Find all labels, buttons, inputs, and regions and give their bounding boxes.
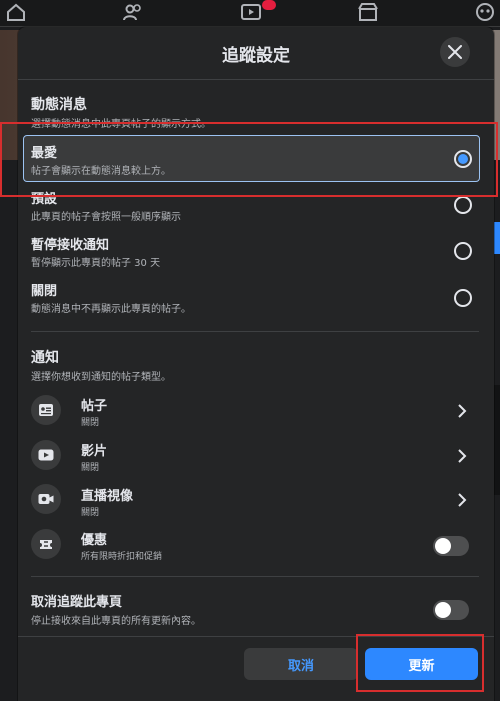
notification-item-label: 優惠 (81, 533, 108, 548)
unfollow-title: 取消追蹤此專頁 (31, 595, 123, 610)
feed-option-description: 此專頁的帖子會按照一般順序顯示 (31, 212, 181, 223)
feed-section-subtitle: 選擇動態消息中此專頁帖子的顯示方式。 (31, 119, 211, 130)
chevron-right-icon[interactable] (456, 448, 468, 464)
post-icon (31, 395, 61, 425)
notification-item-label: 影片 (81, 444, 108, 459)
notification-item-status: 關閉 (81, 418, 100, 428)
notification-item-status: 關閉 (81, 463, 100, 473)
unfollow-subtitle: 停止接收來自此專頁的所有更新內容。 (31, 616, 201, 627)
radio-snooze[interactable] (454, 242, 472, 260)
feed-option-description: 帖子會顯示在動態消息較上方。 (31, 166, 171, 177)
friends-icon[interactable] (122, 2, 144, 22)
chevron-right-icon[interactable] (456, 492, 468, 508)
update-button[interactable]: 更新 (365, 648, 478, 680)
dialog-title: 追蹤設定 (222, 46, 290, 66)
follow-settings-dialog: 追蹤設定 動態消息 選擇動態消息中此專頁帖子的顯示方式。 最愛 帖子會顯示在動態… (18, 27, 494, 701)
notification-item-label: 直播視像 (81, 489, 134, 504)
dialog-header: 追蹤設定 (18, 27, 494, 80)
chevron-right-icon[interactable] (456, 403, 468, 419)
notification-badge (262, 0, 276, 10)
notification-item-status: 所有限時折扣和促銷 (81, 552, 163, 562)
unfollow-toggle[interactable] (433, 600, 469, 620)
marketplace-icon[interactable] (357, 2, 379, 22)
notifications-section-title: 通知 (31, 350, 59, 366)
watch-icon[interactable] (240, 2, 262, 22)
groups-icon[interactable] (474, 2, 496, 22)
notifications-section-subtitle: 選擇你想收到通知的帖子類型。 (31, 372, 171, 383)
notification-item-label: 帖子 (81, 399, 108, 414)
feed-section-title: 動態消息 (31, 97, 87, 113)
feed-option-label: 暫停接收通知 (31, 238, 110, 253)
offers-toggle[interactable] (433, 536, 469, 556)
video-icon (31, 440, 61, 470)
offer-icon (31, 529, 61, 559)
close-button[interactable] (440, 37, 470, 67)
live-video-icon (31, 484, 61, 514)
feed-option-label: 最愛 (31, 146, 58, 161)
radio-default[interactable] (454, 196, 472, 214)
radio-off[interactable] (454, 289, 472, 307)
home-icon[interactable] (5, 2, 27, 22)
feed-option-description: 動態消息中不再顯示此專頁的帖子。 (31, 304, 191, 315)
feed-option-description: 暫停顯示此專頁的帖子 30 天 (31, 258, 161, 269)
notification-item-status: 關閉 (81, 508, 100, 518)
cancel-button[interactable]: 取消 (244, 648, 358, 680)
section-divider (31, 576, 479, 577)
footer-divider (18, 636, 494, 637)
radio-favorites[interactable] (454, 150, 472, 168)
top-navigation-bar (0, 0, 500, 27)
close-icon (448, 45, 462, 59)
feed-option-label: 關閉 (31, 284, 58, 299)
feed-option-label: 預設 (31, 192, 58, 207)
section-divider (31, 331, 479, 332)
